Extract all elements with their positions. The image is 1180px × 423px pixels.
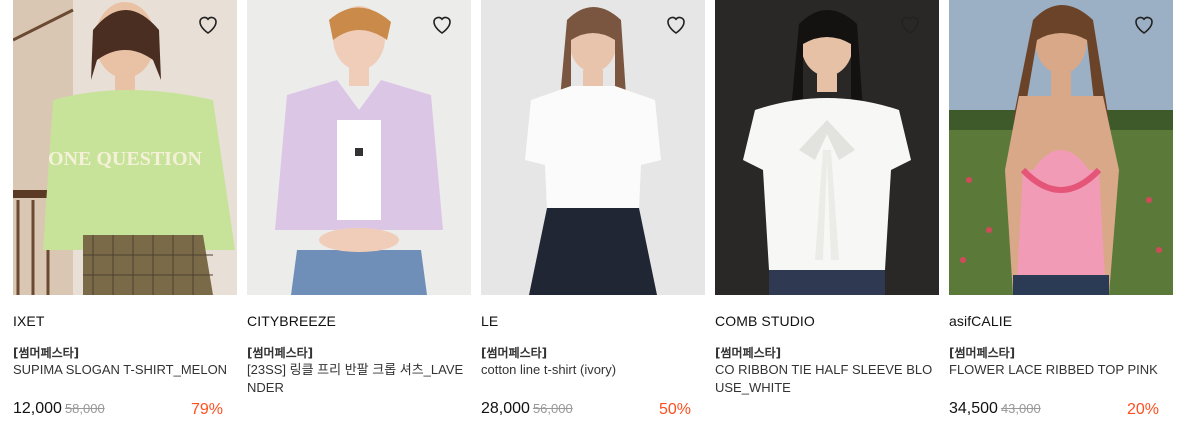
product-image[interactable] — [715, 0, 939, 295]
product-image[interactable] — [481, 0, 705, 295]
product-photo-asifcalie — [949, 0, 1173, 295]
promo-tag: [썸머페스타] — [715, 346, 782, 360]
promo-tag: [썸머페스타] — [247, 346, 314, 360]
product-image[interactable] — [247, 0, 471, 295]
original-price: 43,000 — [1000, 401, 1041, 416]
product-card[interactable]: ONE QUESTION IXET [썸머페스타] SUPIMA SLOGAN … — [13, 0, 237, 423]
discount-rate: 50% — [658, 401, 691, 418]
heart-outline-icon[interactable] — [664, 12, 688, 36]
price-row: 28,000 56,000 50% — [481, 400, 691, 420]
original-price: 56,000 — [532, 401, 573, 416]
price-row — [247, 400, 457, 420]
sale-price: 12,000 — [13, 400, 62, 417]
heart-outline-icon[interactable] — [430, 12, 454, 36]
brand-name[interactable]: asifCALIE — [949, 313, 1012, 329]
sale-price: 28,000 — [481, 400, 530, 417]
discount-rate: 79% — [190, 401, 223, 418]
promo-tag: [썸머페스타] — [13, 346, 80, 360]
brand-name[interactable]: LE — [481, 313, 498, 329]
product-photo-ixet: ONE QUESTION — [13, 0, 237, 295]
product-grid: ONE QUESTION IXET [썸머페스타] SUPIMA SLOGAN … — [0, 0, 1180, 423]
product-photo-comb-studio — [715, 0, 939, 295]
product-name[interactable]: CO RIBBON TIE HALF SLEEVE BLOUSE_WHITE — [715, 361, 939, 397]
promo-tag: [썸머페스타] — [949, 346, 1016, 360]
svg-text:ONE QUESTION: ONE QUESTION — [48, 148, 202, 170]
product-name[interactable]: FLOWER LACE RIBBED TOP PINK — [949, 361, 1173, 379]
product-photo-citybreeze — [247, 0, 471, 295]
heart-outline-icon[interactable] — [1132, 12, 1156, 36]
discount-rate: 20% — [1126, 401, 1159, 418]
product-photo-le — [481, 0, 705, 295]
product-name[interactable]: [23SS] 링클 프리 반팔 크롭 셔츠_LAVENDER — [247, 361, 471, 397]
brand-name[interactable]: IXET — [13, 313, 45, 329]
price-row — [715, 400, 925, 420]
product-card[interactable]: COMB STUDIO [썸머페스타] CO RIBBON TIE HALF S… — [715, 0, 939, 423]
price-row: 12,000 58,000 79% — [13, 400, 223, 420]
product-card[interactable]: CITYBREEZE [썸머페스타] [23SS] 링클 프리 반팔 크롭 셔츠… — [247, 0, 471, 423]
original-price: 58,000 — [64, 401, 105, 416]
promo-tag: [썸머페스타] — [481, 346, 548, 360]
sale-price: 34,500 — [949, 400, 998, 417]
product-image[interactable]: ONE QUESTION — [13, 0, 237, 295]
product-name[interactable]: cotton line t-shirt (ivory) — [481, 361, 705, 379]
heart-outline-icon[interactable] — [196, 12, 220, 36]
product-image[interactable] — [949, 0, 1173, 295]
price-row: 34,500 43,000 20% — [949, 400, 1159, 420]
product-card[interactable]: LE [썸머페스타] cotton line t-shirt (ivory) 2… — [481, 0, 705, 423]
brand-name[interactable]: CITYBREEZE — [247, 313, 336, 329]
heart-outline-icon[interactable] — [898, 12, 922, 36]
product-name[interactable]: SUPIMA SLOGAN T-SHIRT_MELON — [13, 361, 237, 379]
product-card[interactable]: asifCALIE [썸머페스타] FLOWER LACE RIBBED TOP… — [949, 0, 1173, 423]
brand-name[interactable]: COMB STUDIO — [715, 313, 815, 329]
